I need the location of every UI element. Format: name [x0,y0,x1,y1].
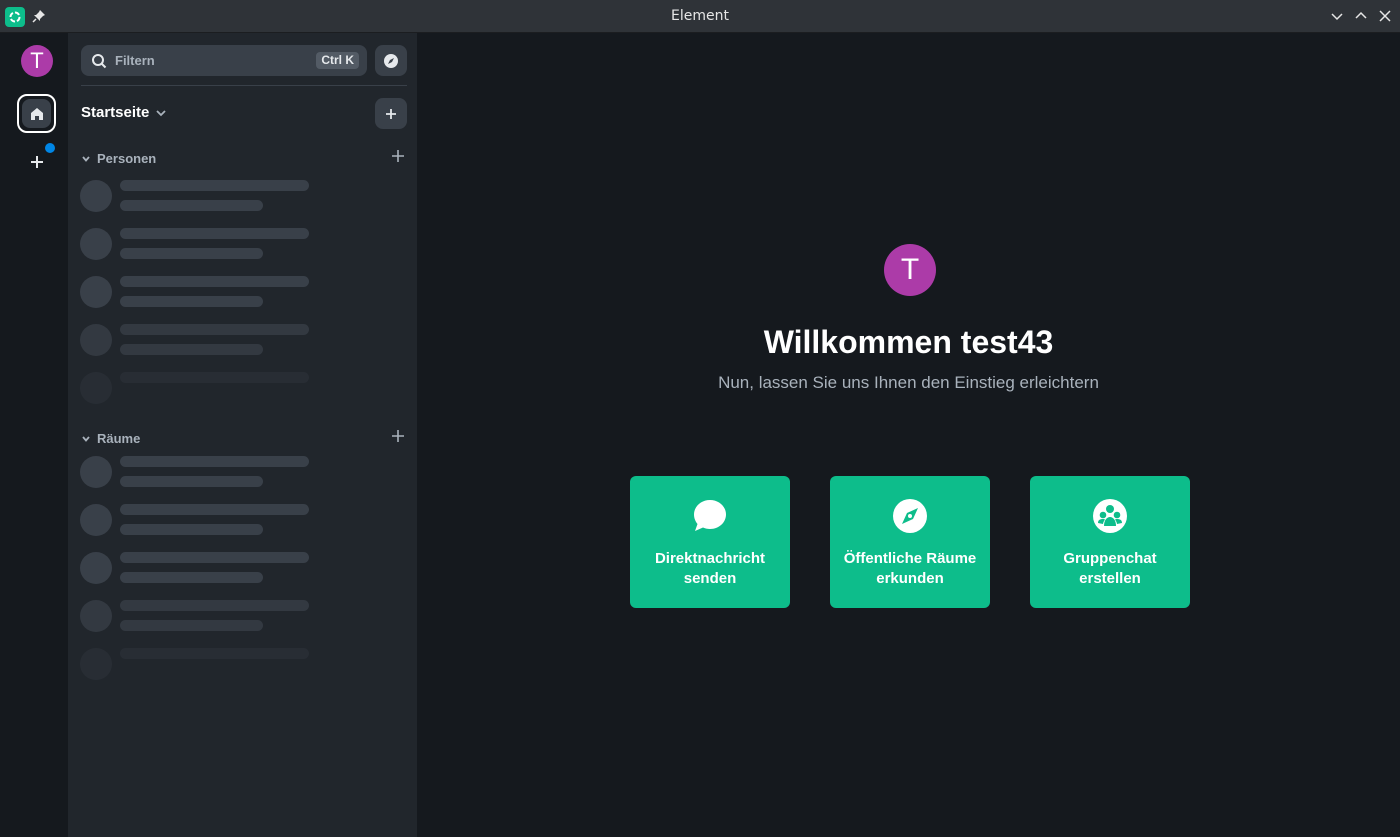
divider [81,85,407,86]
compass-icon [893,499,927,533]
loading-placeholder-row [80,456,370,496]
section-label: Räume [97,431,141,446]
chevron-down-icon [82,435,90,442]
chevron-down-icon [156,109,167,116]
group-icon [1093,499,1127,533]
welcome-subtitle: Nun, lassen Sie uns Ihnen den Einstieg e… [718,373,1099,392]
explore-public-rooms-button[interactable]: Öffentliche Räume erkunden [830,476,990,608]
loading-placeholder-row [80,372,370,412]
window-title: Element [671,8,729,24]
section-label: Personen [97,151,157,166]
close-button[interactable] [1376,6,1394,26]
loading-placeholder-row [80,648,370,688]
search-icon [92,54,107,69]
plus-icon [31,156,43,168]
plus-icon [386,108,396,119]
card-label: Öffentliche Räume erkunden [843,550,977,587]
maximize-button[interactable] [1352,6,1370,26]
compass-icon [384,53,398,68]
loading-placeholder-row [80,276,370,316]
loading-placeholder-row [80,228,370,268]
search-input[interactable] [115,45,315,76]
minimize-button[interactable] [1328,6,1346,26]
send-dm-button[interactable]: Direktnachricht senden [630,476,790,608]
home-space-button[interactable] [17,94,56,133]
keyboard-shortcut-badge: Ctrl K [316,52,359,69]
space-bar: T [0,33,68,837]
home-context-menu[interactable]: Startseite [81,104,167,121]
loading-placeholder-row [80,324,370,364]
add-person-icon[interactable] [391,149,405,163]
add-room-icon[interactable] [391,429,405,443]
card-label: Gruppenchat erstellen [1063,550,1157,587]
welcome-title: Willkommen test43 [763,324,1054,360]
loading-placeholder-row [80,504,370,544]
create-group-chat-button[interactable]: Gruppenchat erstellen [1030,476,1190,608]
notification-dot [45,143,55,153]
loading-placeholder-row [80,600,370,640]
explore-rooms-button[interactable] [375,45,407,76]
add-room-button[interactable] [375,98,407,129]
chevron-down-icon [82,155,90,162]
room-list-panel: Ctrl K Startseite Personen Räume [68,33,417,837]
home-icon [30,107,43,120]
home-title: Startseite [81,104,150,121]
chat-bubble-icon [694,500,726,531]
user-avatar[interactable]: T [21,45,53,77]
section-header-raeume[interactable]: Räume [81,431,140,446]
section-header-personen[interactable]: Personen [81,151,156,166]
search-box[interactable]: Ctrl K [81,45,367,76]
loading-placeholder-row [80,180,370,220]
user-avatar-large[interactable]: T [884,244,936,296]
card-label: Direktnachricht senden [654,550,766,587]
loading-placeholder-row [80,552,370,592]
create-space-button[interactable] [28,153,46,171]
welcome-page: T Willkommen test43 Nun, lassen Sie uns … [417,33,1400,837]
title-bar: Element [0,0,1400,33]
